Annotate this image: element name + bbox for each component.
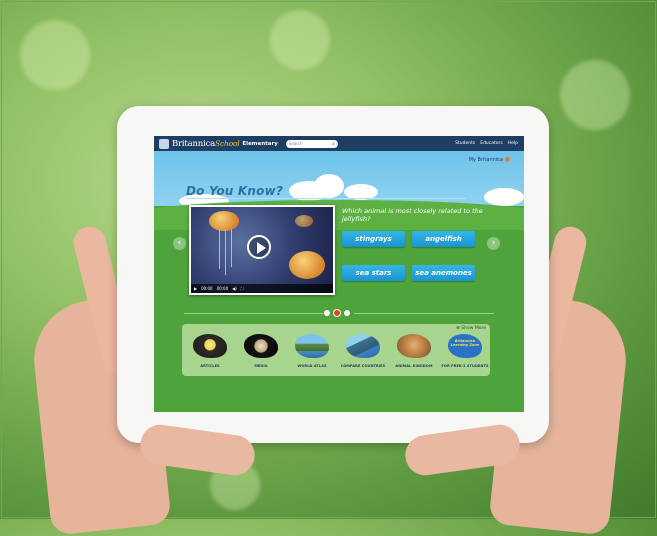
carousel-dot-active[interactable] <box>333 309 341 317</box>
tile-label: COMPARE COUNTRIES <box>340 364 386 368</box>
nav-help[interactable]: Help <box>508 141 518 146</box>
tile-articles[interactable]: ARTICLES <box>184 334 236 368</box>
tile-animal-kingdom[interactable]: ANIMAL KINGDOM <box>388 334 440 368</box>
mountains-icon <box>346 334 380 358</box>
tablet-screen: BritannicaSchool Elementary Search ⌕ Stu… <box>154 136 524 412</box>
logo-suffix: School <box>215 138 240 148</box>
landscape-icon <box>295 334 329 358</box>
britannica-logo[interactable]: BritannicaSchool <box>172 138 240 149</box>
nav-students[interactable]: Students <box>455 141 475 146</box>
top-navigation-bar: BritannicaSchool Elementary Search ⌕ Stu… <box>154 136 524 151</box>
planet-icon <box>244 334 278 358</box>
tile-label: ARTICLES <box>200 364 220 368</box>
show-more-link[interactable]: ⊕ Show More <box>456 326 486 331</box>
carousel-divider <box>184 313 324 314</box>
play-button[interactable] <box>247 235 271 259</box>
background-bokeh <box>270 10 330 70</box>
volume-icon[interactable]: ◀) <box>232 286 237 291</box>
jellyfish-image <box>209 211 239 231</box>
jellyfish-image <box>295 215 313 227</box>
tentacle <box>225 229 226 275</box>
flower-icon <box>193 334 227 358</box>
tile-label: FOR PREK-2 STUDENTS <box>441 364 489 368</box>
jellyfish-image <box>289 251 325 279</box>
resource-tray: ⊕ Show More ARTICLES MEDIA WORLD ATLAS C… <box>182 324 490 376</box>
logo-brand: Britannica <box>172 138 216 149</box>
lion-icon <box>397 334 431 358</box>
tentacle <box>219 229 220 269</box>
tentacle <box>231 229 232 267</box>
cloud <box>484 188 524 206</box>
answer-button-stingrays[interactable]: stingrays <box>342 231 405 247</box>
video-controls: ▶ 00:00 00:00 ◀) ⛶ <box>191 284 333 293</box>
tile-media[interactable]: MEDIA <box>235 334 287 368</box>
my-britannica-label: My Britannica <box>468 157 503 163</box>
heading-rule <box>186 198 466 199</box>
video-player[interactable]: ▶ 00:00 00:00 ◀) ⛶ <box>189 205 335 295</box>
background-bokeh <box>560 60 630 130</box>
answer-button-sea-anemones[interactable]: sea anemones <box>412 265 475 281</box>
play-small-icon[interactable]: ▶ <box>194 286 197 291</box>
nav-educators[interactable]: Educators <box>480 141 503 146</box>
tile-prek-2[interactable]: Britannica Learning Zone FOR PREK-2 STUD… <box>439 334 491 368</box>
learning-zone-icon: Britannica Learning Zone <box>448 334 482 358</box>
user-icon <box>505 157 510 162</box>
search-icon[interactable]: ⌕ <box>332 141 335 147</box>
tile-label: WORLD ATLAS <box>297 364 327 368</box>
carousel-divider <box>354 313 494 314</box>
fullscreen-icon[interactable]: ⛶ <box>241 286 244 291</box>
cloud <box>314 174 344 198</box>
video-total-time: 00:00 <box>216 286 229 291</box>
tile-label: ANIMAL KINGDOM <box>395 364 433 368</box>
my-britannica-link[interactable]: My Britannica <box>469 157 510 163</box>
top-nav-links: Students Educators Help <box>455 141 518 146</box>
background-bokeh <box>20 20 90 90</box>
carousel-dot[interactable] <box>344 310 350 316</box>
show-more-label: Show More <box>461 326 486 331</box>
carousel-next-icon[interactable]: › <box>487 237 500 250</box>
tile-compare-countries[interactable]: COMPARE COUNTRIES <box>337 334 389 368</box>
quiz-question: Which animal is most closely related to … <box>342 207 483 223</box>
tile-world-atlas[interactable]: WORLD ATLAS <box>286 334 338 368</box>
answer-button-angelfish[interactable]: angelfish <box>412 231 475 247</box>
search-input[interactable]: Search ⌕ <box>285 139 338 148</box>
level-label: Elementary <box>242 140 278 147</box>
answer-button-sea-stars[interactable]: sea stars <box>342 265 405 281</box>
tile-label: MEDIA <box>254 364 268 368</box>
video-current-time: 00:00 <box>201 286 213 291</box>
learning-zone-badge-text: Britannica Learning Zone <box>450 339 480 347</box>
do-you-know-heading: Do You Know? <box>186 184 284 198</box>
carousel-dot[interactable] <box>324 310 330 316</box>
britannica-thistle-icon <box>159 138 169 149</box>
play-icon <box>257 242 266 254</box>
search-placeholder: Search <box>288 141 303 146</box>
carousel-prev-icon[interactable]: ‹ <box>173 237 186 250</box>
